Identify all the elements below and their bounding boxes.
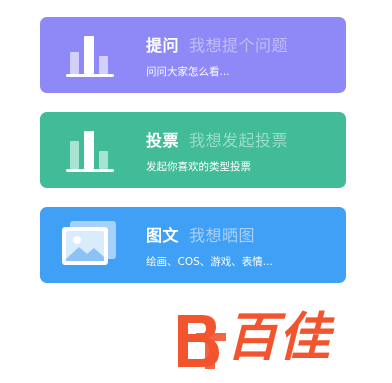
image-hint: 我想晒图	[189, 226, 256, 245]
brand-logo-icon	[178, 315, 226, 369]
image-subtitle: 绘画、COS、游戏、表情...	[146, 256, 273, 268]
ask-hint: 我想提个问题	[189, 36, 289, 55]
vote-subtitle: 发起你喜欢的类型投票	[146, 161, 251, 173]
brand-text: 百佳	[226, 308, 331, 368]
bar-chart-icon	[66, 131, 114, 172]
ask-question-card[interactable]: 提问 我想提个问题 问问大家怎么看...	[40, 17, 346, 93]
card-title: 提问 我想提个问题	[146, 36, 288, 56]
card-title: 图文 我想晒图	[146, 226, 255, 246]
vote-hint: 我想发起投票	[189, 131, 289, 150]
brand-watermark: 百佳	[172, 305, 372, 371]
image-title: 图文	[146, 226, 180, 245]
ask-title: 提问	[146, 36, 180, 55]
bar-chart-icon	[66, 36, 114, 77]
vote-title: 投票	[146, 131, 180, 150]
image-post-card[interactable]: 图文 我想晒图 绘画、COS、游戏、表情...	[40, 207, 346, 283]
ask-subtitle: 问问大家怎么看...	[146, 66, 230, 78]
image-icon	[62, 221, 116, 265]
card-title: 投票 我想发起投票	[146, 131, 288, 151]
start-poll-card[interactable]: 投票 我想发起投票 发起你喜欢的类型投票	[40, 112, 346, 188]
